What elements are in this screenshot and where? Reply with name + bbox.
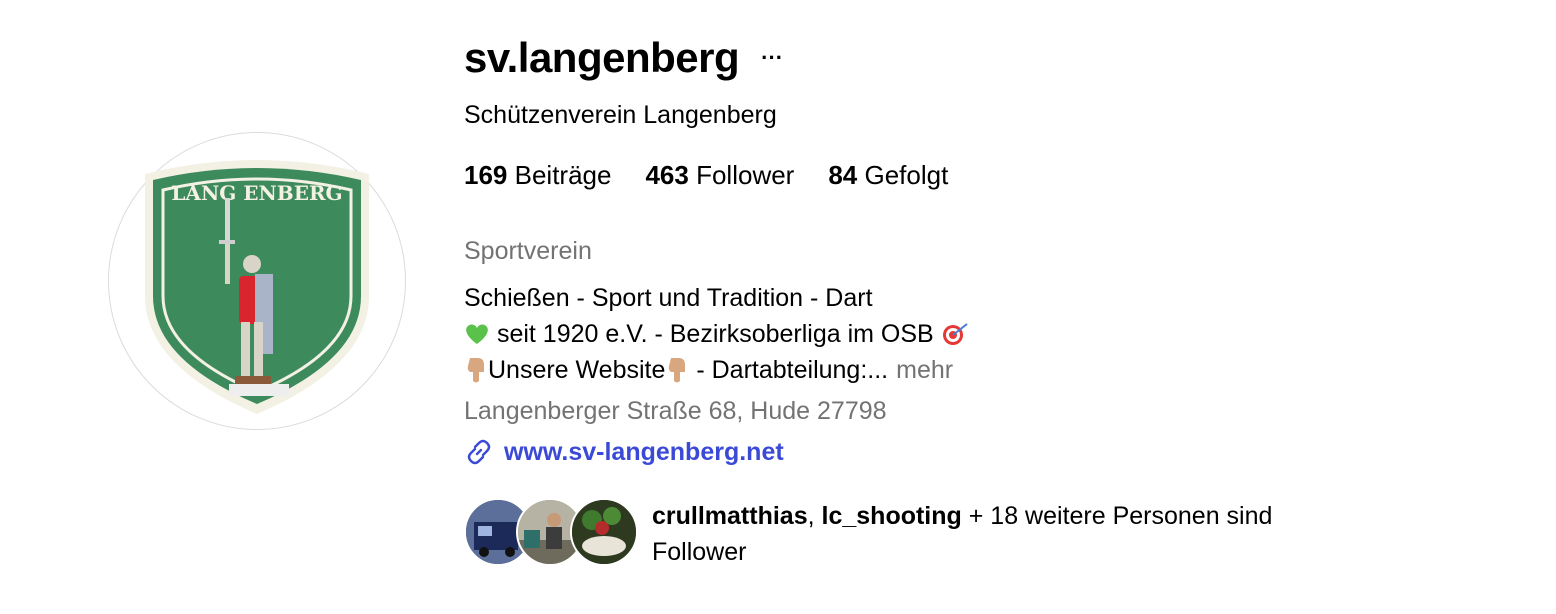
title-row: sv.langenberg ··· xyxy=(464,28,783,88)
dart-target-icon xyxy=(942,323,968,345)
website-url: www.sv-langenberg.net xyxy=(504,437,784,466)
bio-line-2-text: seit 1920 e.V. - Bezirksoberliga im OSB xyxy=(490,320,941,348)
stat-following[interactable]: 84 Gefolgt xyxy=(828,159,948,191)
stat-posts-count: 169 xyxy=(464,160,508,190)
bio: Schießen - Sport und Tradition - Dart se… xyxy=(464,280,969,388)
more-options-icon[interactable]: ··· xyxy=(761,28,783,88)
full-name: Schützenverein Langenberg xyxy=(464,101,777,129)
bio-line-2: seit 1920 e.V. - Bezirksoberliga im OSB xyxy=(464,316,969,352)
stat-posts[interactable]: 169 Beiträge xyxy=(464,159,611,191)
profile-stats: 169 Beiträge 463 Follower 84 Gefolgt xyxy=(464,159,982,191)
link-icon xyxy=(464,437,494,467)
follower-name-2[interactable]: lc_shooting xyxy=(822,502,962,530)
website-link[interactable]: www.sv-langenberg.net xyxy=(464,437,784,467)
pointing-down-icon xyxy=(467,358,484,383)
bio-line-1: Schießen - Sport und Tradition - Dart xyxy=(464,284,873,312)
username: sv.langenberg xyxy=(464,34,740,81)
address: Langenberger Straße 68, Hude 27798 xyxy=(464,397,887,425)
follower-name-1[interactable]: crullmatthias xyxy=(652,502,808,530)
profile-avatar[interactable]: LANG ENBERG xyxy=(108,132,406,430)
stat-followers-label: Follower xyxy=(696,160,795,190)
followed-separator: , xyxy=(807,502,822,530)
pointing-down-icon xyxy=(669,358,686,383)
bio-website-label: Unsere Website xyxy=(488,356,666,384)
bio-line-3: Unsere Website - Dartabteilung:... mehr xyxy=(464,352,969,388)
bio-more-link[interactable]: mehr xyxy=(896,352,953,388)
bio-line-3-text: - Dartabteilung:... xyxy=(689,356,889,384)
stat-posts-label: Beiträge xyxy=(514,160,612,190)
stat-followers-count: 463 xyxy=(645,160,689,190)
followed-by[interactable]: crullmatthias, lc_shooting + 18 weitere … xyxy=(464,498,1372,570)
followed-by-text: crullmatthias, lc_shooting + 18 weitere … xyxy=(652,498,1372,570)
follower-avatar-3 xyxy=(570,498,638,566)
stat-following-label: Gefolgt xyxy=(864,160,949,190)
follower-avatars xyxy=(464,498,638,566)
club-shield-logo: LANG ENBERG xyxy=(145,160,369,414)
green-heart-icon xyxy=(466,324,488,344)
stat-following-count: 84 xyxy=(828,160,858,190)
profile-category: Sportverein xyxy=(464,237,592,265)
stat-followers[interactable]: 463 Follower xyxy=(645,159,794,191)
svg-text:LANG ENBERG: LANG ENBERG xyxy=(171,181,342,205)
